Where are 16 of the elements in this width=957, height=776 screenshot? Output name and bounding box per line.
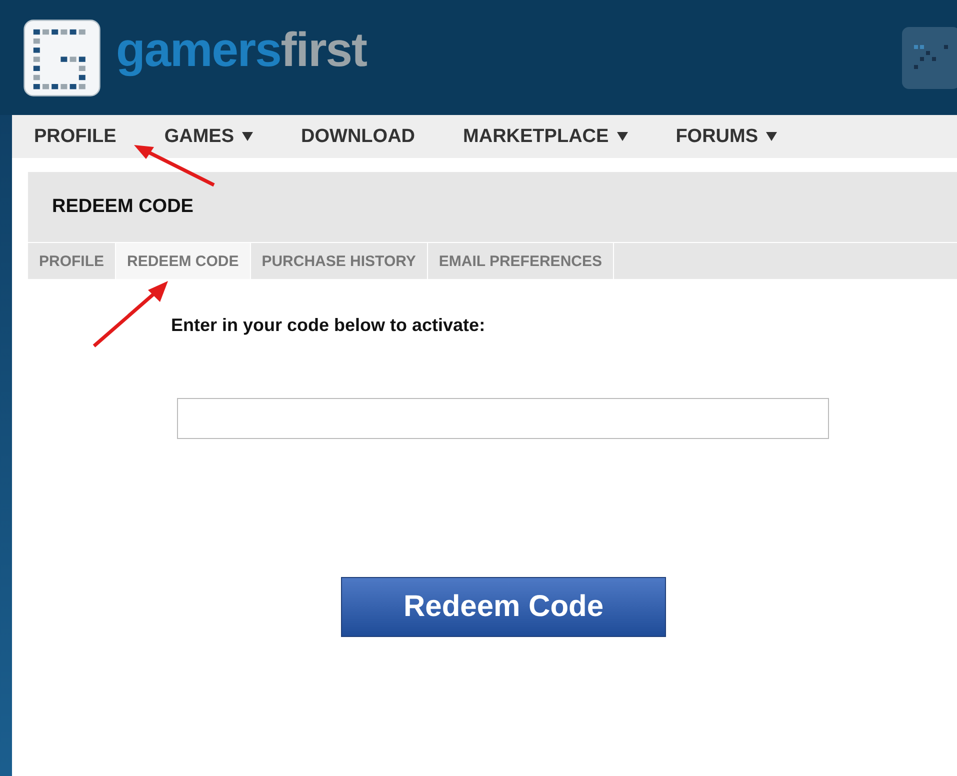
tab[interactable]: PURCHASE HISTORY xyxy=(250,243,428,279)
page-title: REDEEM CODE xyxy=(52,196,194,218)
instruction-text: Enter in your code below to activate: xyxy=(171,315,486,336)
game-icon xyxy=(900,24,957,90)
logo-text: first xyxy=(280,23,366,78)
tab[interactable]: REDEEM CODE xyxy=(116,243,251,279)
nav-link[interactable]: GAMES xyxy=(164,126,254,148)
nav-link[interactable]: PROFILE xyxy=(34,126,116,148)
tab[interactable]: PROFILE xyxy=(28,243,116,279)
redeem-button[interactable]: Redeem Code xyxy=(341,577,666,637)
logo-text: gamers xyxy=(116,23,281,78)
code-input-field[interactable] xyxy=(177,398,829,439)
nav-link[interactable]: FORUMS xyxy=(676,126,778,148)
nav-link[interactable]: MARKETPLACE xyxy=(463,126,628,148)
tab[interactable]: EMAIL PREFERENCES xyxy=(428,243,614,279)
nav-link[interactable]: DOWNLOAD xyxy=(301,126,416,148)
